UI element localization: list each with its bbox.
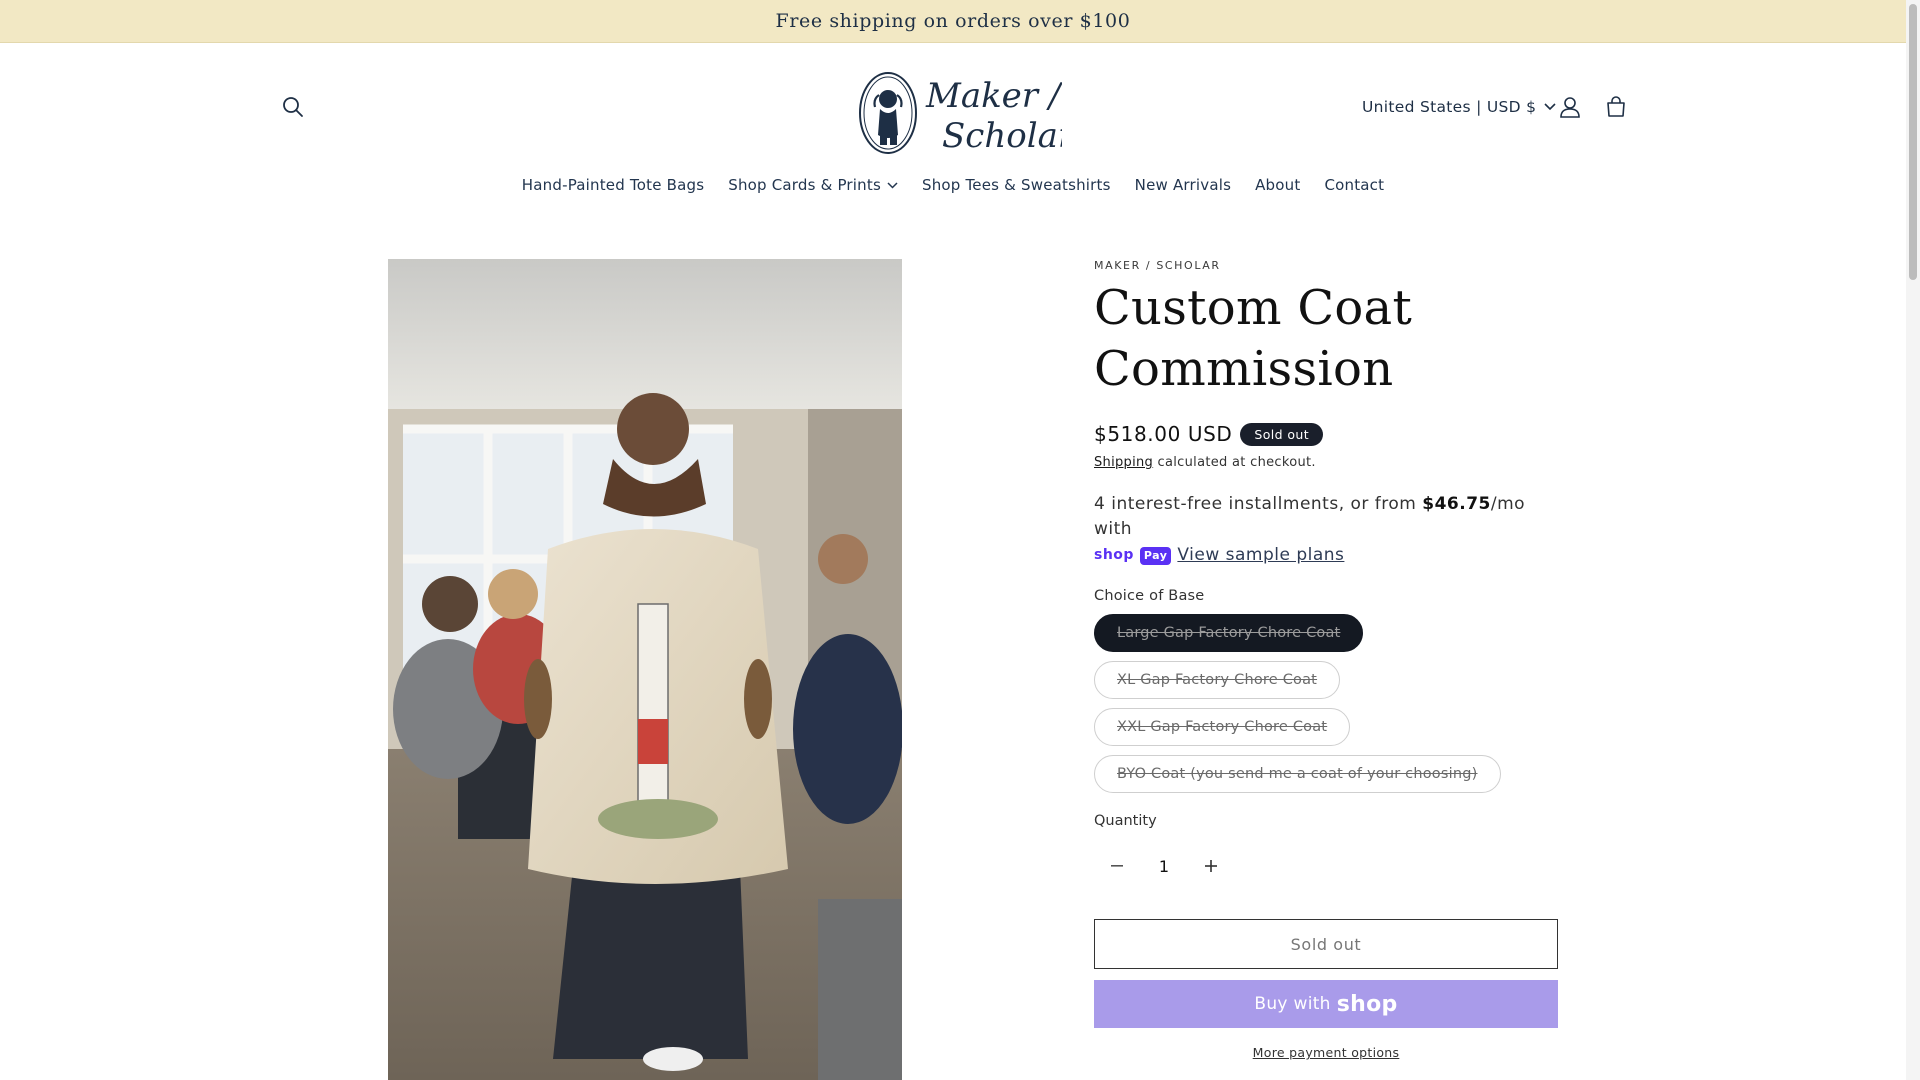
quantity-decrease-button[interactable]	[1094, 843, 1140, 889]
shipping-note: Shipping calculated at checkout.	[1094, 455, 1558, 470]
search-button[interactable]	[273, 87, 313, 127]
variant-option[interactable]: BYO Coat (you send me a coat of your cho…	[1094, 755, 1501, 793]
product-image-gallery[interactable]	[388, 259, 902, 1080]
variant-option[interactable]: XXL Gap Factory Chore Coat	[1094, 708, 1351, 746]
svg-text:Scholar: Scholar	[942, 116, 1062, 156]
nav-item-label: New Arrivals	[1134, 176, 1232, 194]
nav-item-label: Shop Cards & Prints	[728, 176, 881, 194]
nav-item-about[interactable]: About	[1243, 167, 1312, 203]
nav-item-tees-sweatshirts[interactable]: Shop Tees & Sweatshirts	[910, 167, 1123, 203]
installments-prefix: 4 interest-free installments, or from	[1094, 494, 1423, 514]
price-row: $518.00 USD Sold out	[1094, 422, 1558, 446]
account-button[interactable]	[1550, 87, 1590, 127]
announcement-bar: Free shipping on orders over $100	[0, 0, 1906, 43]
shop-logo: shop	[1336, 991, 1398, 1017]
view-sample-plans-link[interactable]: View sample plans	[1177, 543, 1344, 568]
product-vendor: MAKER / SCHOLAR	[1094, 259, 1221, 272]
quantity-increase-button[interactable]	[1188, 843, 1234, 889]
cart-button[interactable]	[1596, 87, 1636, 127]
nav-item-label: Shop Tees & Sweatshirts	[921, 176, 1111, 194]
variant-option[interactable]: XL Gap Factory Chore Coat	[1094, 661, 1341, 699]
buy-with-label: Buy with	[1254, 994, 1331, 1014]
country-currency-label: United States | USD $	[1362, 98, 1537, 116]
variant-label: Choice of Base	[1094, 588, 1205, 604]
variant-options: Large Gap Factory Chore Coat XL Gap Fact…	[1094, 614, 1558, 793]
cart-icon	[1607, 96, 1625, 117]
nav-item-new-arrivals[interactable]: New Arrivals	[1123, 167, 1243, 203]
plus-icon	[1205, 860, 1217, 872]
scrollbar[interactable]	[1906, 0, 1920, 1080]
shop-pay-badge: Pay	[1139, 546, 1172, 565]
shop-pay-word: shop	[1094, 547, 1134, 563]
installments-info: 4 interest-free installments, or from $4…	[1094, 492, 1558, 568]
nav-item-label: Contact	[1324, 176, 1385, 194]
shipping-link[interactable]: Shipping	[1094, 455, 1153, 470]
search-icon	[283, 97, 303, 117]
shop-pay-logo: shop Pay	[1094, 542, 1172, 568]
svg-text:Maker /: Maker /	[925, 76, 1062, 116]
installments-amount: $46.75	[1422, 494, 1491, 514]
site-header: Maker / Scholar United States | USD $ Ha…	[0, 43, 1906, 213]
nav-item-contact[interactable]: Contact	[1312, 167, 1396, 203]
quantity-input[interactable]: 1	[1140, 857, 1188, 876]
quantity-stepper: 1	[1094, 843, 1234, 889]
scrollbar-thumb[interactable]	[1909, 4, 1917, 280]
product-title: Custom Coat Commission	[1094, 280, 1413, 397]
buy-with-shop-button[interactable]: Buy with shop	[1094, 980, 1558, 1028]
sold-out-button[interactable]: Sold out	[1094, 919, 1558, 969]
main-nav: Hand-Painted Tote Bags Shop Cards & Prin…	[0, 167, 1906, 203]
minus-icon	[1111, 865, 1123, 867]
product-info: MAKER / SCHOLAR Custom Coat Commission $…	[1094, 259, 1558, 1060]
sold-out-badge: Sold out	[1240, 422, 1324, 446]
quantity-label: Quantity	[1094, 813, 1157, 829]
product-price: $518.00 USD	[1094, 422, 1233, 446]
announcement-text: Free shipping on orders over $100	[775, 10, 1131, 32]
logo-image: Maker / Scholar	[859, 72, 1076, 156]
store-logo[interactable]: Maker / Scholar	[850, 65, 1076, 161]
nav-item-cards-prints[interactable]: Shop Cards & Prints	[716, 167, 910, 203]
nav-item-label: Hand-Painted Tote Bags	[521, 176, 705, 194]
chevron-down-icon	[887, 181, 898, 189]
variant-option[interactable]: Large Gap Factory Chore Coat	[1094, 614, 1364, 652]
nav-item-label: About	[1255, 176, 1301, 194]
product-photo[interactable]	[388, 259, 902, 1080]
country-currency-selector[interactable]: United States | USD $	[1362, 89, 1556, 125]
more-payment-options-link[interactable]: More payment options	[1094, 1045, 1558, 1060]
nav-item-tote-bags[interactable]: Hand-Painted Tote Bags	[510, 167, 716, 203]
shipping-text: calculated at checkout.	[1153, 455, 1316, 470]
account-icon	[1560, 97, 1580, 118]
